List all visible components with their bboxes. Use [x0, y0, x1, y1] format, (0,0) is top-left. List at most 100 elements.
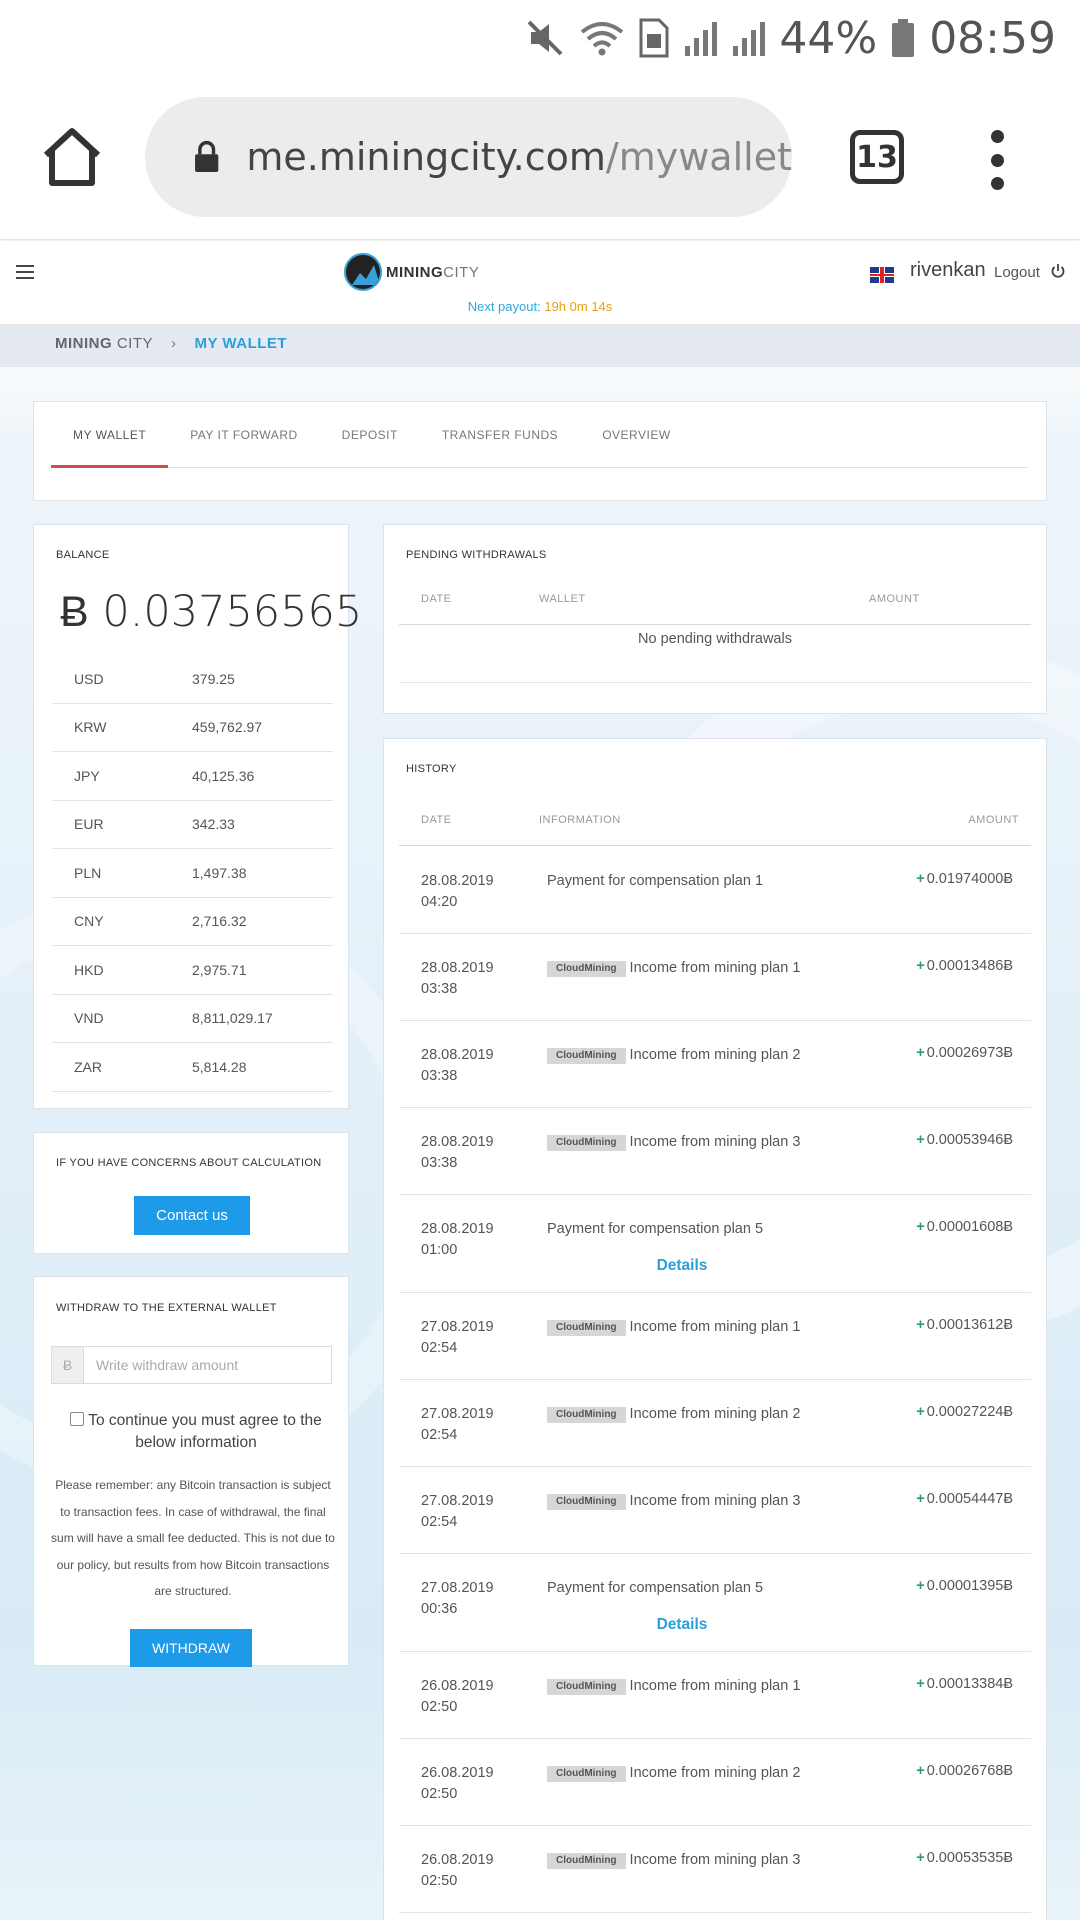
currency-value: 342.33: [192, 816, 235, 833]
column-header-wallet: WALLET: [539, 593, 586, 605]
tab-transfer-funds[interactable]: TRANSFER FUNDS: [420, 402, 580, 468]
history-table-header: DATE INFORMATION AMOUNT: [399, 796, 1031, 846]
withdraw-button[interactable]: WITHDRAW: [130, 1629, 252, 1667]
history-time: 01:00: [421, 1242, 458, 1258]
history-time: 03:38: [421, 1068, 458, 1084]
history-amount: +0.00027224Ƀ: [916, 1404, 1013, 1420]
currency-code: JPY: [74, 767, 100, 784]
tab-deposit[interactable]: DEPOSIT: [320, 402, 420, 468]
agree-checkbox[interactable]: [70, 1412, 85, 1426]
tab-pay-it-forward[interactable]: PAY IT FORWARD: [168, 402, 319, 468]
history-amount: +0.00054447Ƀ: [916, 1491, 1013, 1507]
uk-flag-icon[interactable]: [870, 267, 894, 283]
cloudmining-badge: CloudMining: [547, 1407, 626, 1423]
currency-row: VND 8,811,029.17: [52, 995, 333, 1043]
plus-sign: +: [916, 1676, 925, 1692]
concern-title: IF YOU HAVE CONCERNS ABOUT CALCULATION: [56, 1157, 322, 1169]
tab-switcher-button[interactable]: 13: [850, 130, 904, 184]
history-datetime: 27.08.2019 02:54: [421, 1317, 494, 1359]
currency-row: HKD 2,975.71: [52, 946, 333, 995]
withdraw-amount-input[interactable]: Write withdraw amount: [84, 1347, 331, 1383]
currency-table: USD 379.25 KRW 459,762.97 JPY 40,125.36 EUR 342…: [52, 655, 333, 1092]
withdraw-amount-field[interactable]: Ƀ Write withdraw amount: [51, 1346, 332, 1384]
power-icon[interactable]: [1050, 263, 1066, 279]
history-date: 27.08.2019: [421, 1493, 494, 1509]
wallet-tabs: MY WALLET PAY IT FORWARD DEPOSIT TRANSFER F…: [51, 402, 1028, 468]
history-information: CloudMining Income from mining plan 3: [547, 1132, 817, 1153]
currency-code: EUR: [74, 816, 104, 833]
pending-withdrawals-card: PENDING WITHDRAWALS DATE WALLET AMOUNT N…: [383, 524, 1047, 714]
signal-icon: [685, 22, 718, 56]
plus-sign: +: [916, 1404, 925, 1420]
details-link[interactable]: Details: [547, 1616, 817, 1634]
concern-card: IF YOU HAVE CONCERNS ABOUT CALCULATION C…: [33, 1132, 349, 1254]
withdraw-card: WITHDRAW TO THE EXTERNAL WALLET Ƀ Write …: [33, 1276, 349, 1667]
history-date: 27.08.2019: [421, 1319, 494, 1335]
breadcrumb-root[interactable]: MINING CITY: [55, 335, 153, 352]
column-header-amount: AMOUNT: [869, 593, 920, 605]
history-datetime: 26.08.2019 02:50: [421, 1850, 494, 1892]
history-information: Payment for compensation plan 5: [547, 1219, 817, 1240]
history-information: CloudMining Income from mining plan 1: [547, 958, 817, 979]
history-info-text: Payment for compensation plan 5: [547, 1221, 764, 1237]
username[interactable]: rivenkan: [910, 259, 986, 282]
cloudmining-badge: CloudMining: [547, 961, 626, 977]
home-icon[interactable]: [40, 125, 104, 189]
breadcrumb: MINING CITY › MY WALLET: [0, 325, 1080, 367]
history-info-text: Income from mining plan 3: [629, 1493, 801, 1509]
logo-text: MININGCITY: [386, 263, 480, 281]
history-row: 28.08.2019 04:20 Payment for compensation …: [399, 847, 1031, 934]
history-row: 27.08.2019 02:54 CloudMining Income from mi…: [399, 1467, 1031, 1554]
amount-value: 0.00001395Ƀ: [926, 1578, 1013, 1594]
amount-value: 0.01974000Ƀ: [926, 871, 1013, 887]
history-row: 28.08.2019 03:38 CloudMining Income from mi…: [399, 934, 1031, 1021]
history-row: 27.08.2019 02:54 CloudMining Income from mi…: [399, 1293, 1031, 1380]
breadcrumb-separator: ›: [171, 335, 177, 352]
browser-toolbar: me.miningcity.com/mywallet 13: [0, 75, 1080, 240]
logout-link[interactable]: Logout: [994, 264, 1040, 281]
hamburger-menu-icon[interactable]: [16, 265, 34, 279]
history-amount: +0.00013612Ƀ: [916, 1317, 1013, 1333]
history-date: 27.08.2019: [421, 1406, 494, 1422]
battery-icon: [892, 19, 915, 57]
agree-label: To continue you must agree to the below …: [88, 1412, 322, 1451]
currency-value: 2,975.71: [192, 961, 247, 978]
currency-code: KRW: [74, 719, 107, 736]
plus-sign: +: [916, 871, 925, 887]
history-row: 26.08.2019 02:50 CloudMining Income from mi…: [399, 1739, 1031, 1826]
logo[interactable]: MININGCITY: [344, 253, 479, 291]
address-bar[interactable]: me.miningcity.com/mywallet: [145, 97, 792, 217]
withdraw-title: WITHDRAW TO THE EXTERNAL WALLET: [56, 1302, 277, 1314]
history-info-text: Income from mining plan 1: [629, 960, 801, 976]
tab-overview[interactable]: OVERVIEW: [580, 402, 692, 468]
tab-my-wallet[interactable]: MY WALLET: [51, 402, 169, 468]
details-link[interactable]: Details: [547, 1257, 817, 1275]
currency-value: 8,811,029.17: [192, 1010, 273, 1027]
history-date: 26.08.2019: [421, 1765, 494, 1781]
contact-us-button[interactable]: Contact us: [134, 1196, 250, 1235]
history-time: 00:36: [421, 1601, 458, 1617]
history-row: 27.08.2019 02:54 CloudMining Income from mi…: [399, 1380, 1031, 1467]
history-information: CloudMining Income from mining plan 1: [547, 1317, 817, 1338]
balance-card: BALANCE Ƀ 0.03756565 USD 379.25 KRW 459,762…: [33, 524, 362, 1109]
history-time: 02:54: [421, 1514, 458, 1530]
history-time: 02:54: [421, 1340, 458, 1356]
cloudmining-badge: CloudMining: [547, 1494, 626, 1510]
history-info-text: Income from mining plan 3: [629, 1852, 801, 1868]
currency-value: 379.25: [192, 670, 235, 687]
history-information: CloudMining Income from mining plan 2: [547, 1763, 817, 1784]
status-bar: 44% 08:59: [0, 0, 1080, 75]
history-card: HISTORY DATE INFORMATION AMOUNT 28.08.20…: [383, 738, 1047, 1920]
currency-code: HKD: [74, 961, 104, 978]
history-information: Payment for compensation plan 1: [547, 871, 817, 892]
history-amount: +0.00053535Ƀ: [916, 1850, 1013, 1866]
amount-value: 0.00013384Ƀ: [926, 1676, 1013, 1692]
plus-sign: +: [916, 1763, 925, 1779]
overflow-menu-icon[interactable]: [985, 130, 1009, 190]
pending-table-header: DATE WALLET AMOUNT: [399, 575, 1031, 625]
history-amount: +0.00013384Ƀ: [916, 1676, 1013, 1692]
currency-code: USD: [74, 670, 104, 687]
history-info-text: Income from mining plan 2: [629, 1406, 801, 1422]
cloudmining-badge: CloudMining: [547, 1679, 626, 1695]
mute-icon: [527, 20, 563, 56]
